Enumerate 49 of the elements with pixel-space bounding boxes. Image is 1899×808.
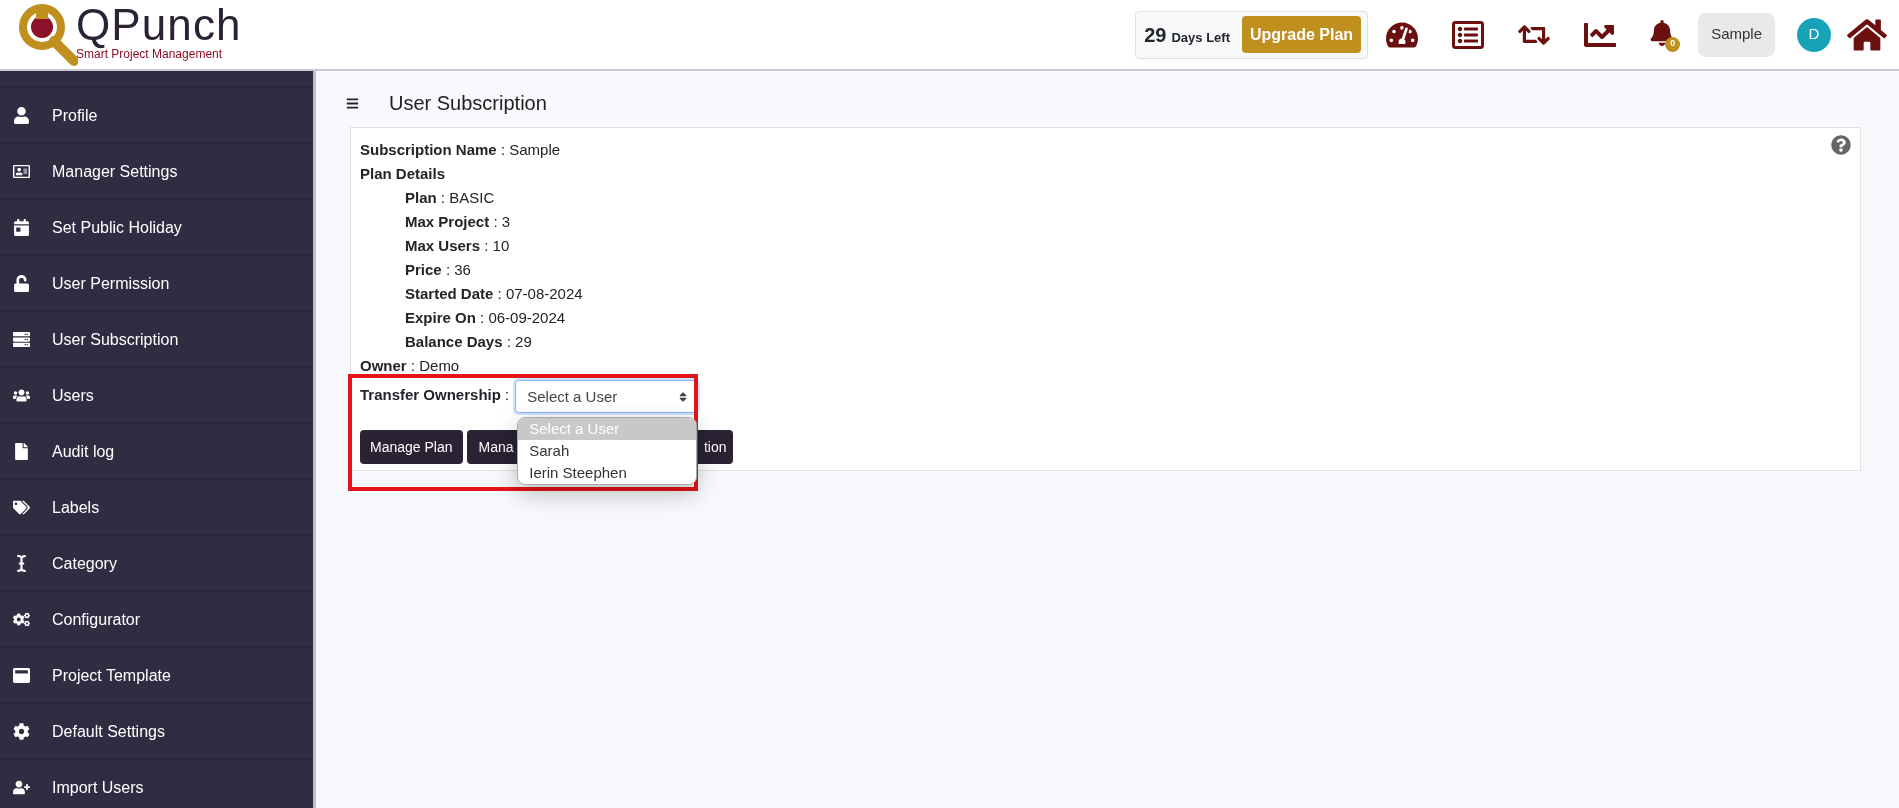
window-icon xyxy=(13,667,30,684)
sidebar-item[interactable]: Profile xyxy=(0,87,313,143)
transfer-ownership-label: Transfer Ownership : xyxy=(360,385,510,405)
stacked-bars-icon xyxy=(13,331,30,348)
plan-detail-text: Started Date : 07-08-2024 xyxy=(404,284,584,304)
dropdown-option[interactable]: Ierin Steephen xyxy=(518,462,697,484)
menu-icon[interactable] xyxy=(346,96,359,110)
gears-icon xyxy=(13,611,30,628)
help-icon[interactable] xyxy=(1831,135,1851,155)
sidebar-item[interactable]: Default Settings xyxy=(0,703,313,759)
sidebar-item[interactable]: Audit log xyxy=(0,423,313,479)
logo-icon xyxy=(16,2,78,67)
notification-count-badge: 0 xyxy=(1665,36,1681,52)
sidebar-item[interactable]: Import Users xyxy=(0,759,313,808)
dropdown-option[interactable]: Sarah xyxy=(518,440,697,462)
unlock-icon xyxy=(13,275,30,292)
sidebar-item[interactable]: Users xyxy=(0,367,313,423)
sidebar-item[interactable]: User Subscription xyxy=(0,311,313,367)
sidebar-item[interactable]: Labels xyxy=(0,479,313,535)
tags-icon xyxy=(13,499,30,516)
sidebar-item[interactable]: Project Template xyxy=(0,647,313,703)
plan-details-heading: Plan Details xyxy=(360,164,447,184)
calendar-icon xyxy=(13,219,30,236)
sidebar-item[interactable]: Configurator xyxy=(0,591,313,647)
plan-detail-text: Expire On : 06-09-2024 xyxy=(404,308,567,328)
plan-detail-text: Balance Days : 29 xyxy=(404,332,533,352)
plan-detail-text: Max Users : 10 xyxy=(404,236,511,256)
file-icon xyxy=(13,443,30,460)
subscription-name-text: Subscription Name : Sample xyxy=(360,140,561,160)
logo-wordmark: QPunch xyxy=(76,2,242,47)
plan-detail-text: Max Project : 3 xyxy=(404,212,512,232)
sort-caret-icon xyxy=(678,390,689,403)
user-plus-icon xyxy=(13,779,30,796)
id-card-icon xyxy=(13,163,30,180)
page-title: User Subscription xyxy=(389,91,547,116)
days-left-text: 29 Days Left xyxy=(1144,22,1230,48)
list-icon[interactable] xyxy=(1452,18,1485,51)
owner-text: Owner : Demo xyxy=(360,356,460,376)
sidebar-item[interactable]: Category xyxy=(0,535,313,591)
plan-detail-text: Price : 36 xyxy=(404,260,472,280)
sidebar-item[interactable]: User Permission xyxy=(0,255,313,311)
settings-icon xyxy=(13,723,30,740)
sidebar-item[interactable]: Manager Settings xyxy=(0,143,313,199)
users-icon xyxy=(13,387,30,404)
action-button[interactable]: Manage Plan xyxy=(360,430,463,464)
plan-detail-text: Plan : BASIC xyxy=(404,188,496,208)
sidebar-item[interactable]: Set Public Holiday xyxy=(0,199,313,255)
user-icon xyxy=(13,107,30,124)
user-menu-button[interactable]: Sample xyxy=(1698,12,1775,57)
